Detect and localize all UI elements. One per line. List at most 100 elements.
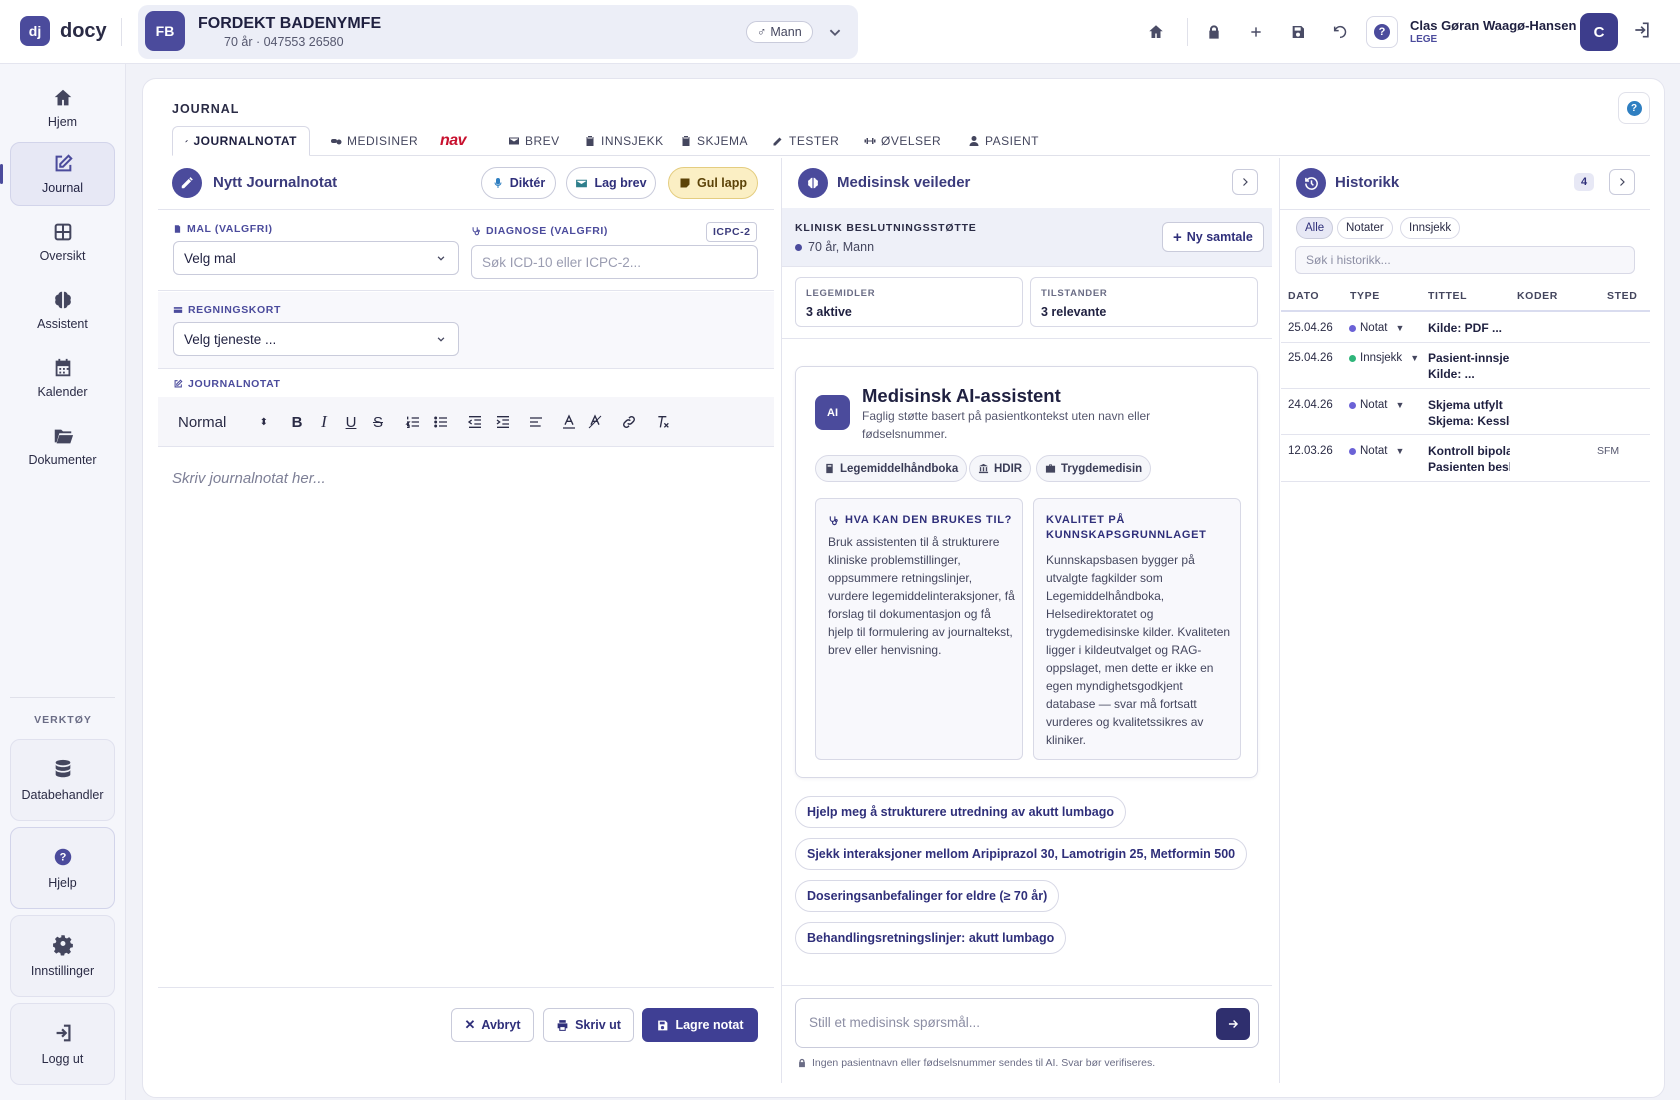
template-select[interactable]: Velg mal: [173, 241, 459, 275]
collapse-advisor-button[interactable]: [1232, 169, 1258, 195]
print-button[interactable]: Skriv ut: [543, 1008, 634, 1042]
conditions-stat[interactable]: TILSTANDER 3 relevante: [1030, 277, 1258, 327]
tab-ovelser[interactable]: ØVELSER: [852, 126, 953, 156]
outdent-button[interactable]: [464, 411, 486, 433]
sidebar-item-innstillinger[interactable]: Innstillinger: [10, 915, 115, 997]
tool-label: Databehandler: [21, 788, 104, 802]
strikethrough-button[interactable]: S: [367, 411, 389, 433]
italic-button[interactable]: I: [313, 411, 335, 433]
suggestion-chip[interactable]: Sjekk interaksjoner mellom Aripiprazol 3…: [795, 838, 1248, 870]
tab-pasient[interactable]: PASIENT: [956, 126, 1051, 156]
table-row[interactable]: 25.04.26 Innsjekk ▼ Pasient-innsjekk Kil…: [1281, 343, 1650, 389]
sidebar-item-oversikt[interactable]: Oversikt: [10, 210, 115, 274]
logout-icon[interactable]: [1632, 20, 1656, 44]
tools-title: VERKTØY: [34, 714, 92, 726]
create-letter-button[interactable]: Lag brev: [566, 167, 656, 199]
new-chat-button[interactable]: + Ny samtale: [1162, 222, 1264, 252]
source-label: Trygdemedisin: [1061, 462, 1143, 475]
tab-medisiner[interactable]: MEDISINER: [318, 126, 430, 156]
caret-down-icon[interactable]: ▼: [1396, 323, 1405, 333]
sidebar-item-logg-ut[interactable]: Logg ut: [10, 1003, 115, 1085]
caret-down-icon[interactable]: ▼: [1396, 446, 1405, 456]
cancel-button[interactable]: ✕ Avbryt: [451, 1008, 534, 1042]
dictate-button[interactable]: Diktér: [481, 167, 556, 199]
history-search-input[interactable]: Søk i historikk...: [1295, 246, 1635, 274]
table-row[interactable]: 25.04.26 Notat ▼ Kilde: PDF ...: [1281, 312, 1650, 343]
sidebar-item-journal[interactable]: Journal: [10, 142, 115, 206]
sidebar-item-label: Dokumenter: [28, 453, 97, 467]
sidebar-item-hjelp[interactable]: ? Hjelp: [10, 827, 115, 909]
user-avatar[interactable]: C: [1580, 13, 1618, 51]
row-type: Notat ▼: [1349, 445, 1404, 457]
save-icon[interactable]: [1286, 20, 1310, 44]
column-header-codes[interactable]: KODER: [1517, 290, 1558, 302]
help-button[interactable]: ?: [1366, 16, 1398, 48]
tab-tester[interactable]: TESTER: [760, 126, 851, 156]
sidebar-item-dokumenter[interactable]: Dokumenter: [10, 414, 115, 478]
sidebar-item-kalender[interactable]: Kalender: [10, 346, 115, 410]
user-icon: [969, 136, 979, 146]
privacy-text: Ingen pasientnavn eller fødselsnummer se…: [812, 1057, 1156, 1069]
suggestion-chip[interactable]: Doseringsanbefalinger for eldre (≥ 70 år…: [795, 880, 1060, 912]
text-color-button[interactable]: [558, 411, 580, 433]
home-icon[interactable]: [1144, 20, 1168, 44]
plus-icon[interactable]: [1244, 20, 1268, 44]
type-label: Notat: [1360, 399, 1388, 411]
chevron-down-icon[interactable]: [824, 21, 846, 43]
patient-card[interactable]: FB FORDEKT BADENYMFE 70 år · 047553 2658…: [138, 5, 858, 59]
table-row[interactable]: 12.03.26 Notat ▼ Kontroll bipolar Pasien…: [1281, 435, 1650, 482]
type-dot: [1349, 401, 1356, 409]
tab-nav[interactable]: nav: [428, 126, 478, 156]
table-row[interactable]: 24.04.26 Notat ▼ Skjema utfylt Skjema: K…: [1281, 389, 1650, 435]
bold-button[interactable]: B: [286, 411, 308, 433]
briefcase-icon: [1045, 464, 1056, 473]
highlight-button[interactable]: [584, 411, 606, 433]
question-input[interactable]: Still et medisinsk spørsmål...: [795, 998, 1259, 1048]
suggestion-chip[interactable]: Hjelp meg å strukturere utredning av aku…: [795, 796, 1127, 828]
caret-down-icon[interactable]: ▼: [1396, 400, 1405, 410]
top-bar: dj docy FB FORDEKT BADENYMFE 70 år · 047…: [0, 0, 1680, 64]
column-header-type[interactable]: TYPE: [1350, 290, 1380, 302]
tab-skjema[interactable]: SKJEMA: [668, 126, 760, 156]
sidebar-item-hjem[interactable]: Hjem: [10, 76, 115, 140]
billing-select[interactable]: Velg tjeneste ...: [173, 322, 459, 356]
send-button[interactable]: [1216, 1008, 1250, 1040]
filter-checkins[interactable]: Innsjekk: [1400, 217, 1461, 239]
caret-down-icon[interactable]: ▼: [1410, 353, 1419, 363]
column-header-title[interactable]: TITTEL: [1428, 290, 1467, 302]
context-text: 70 år, Mann: [808, 240, 875, 254]
undo-icon[interactable]: [1328, 20, 1352, 44]
indent-button[interactable]: [492, 411, 514, 433]
lock-icon[interactable]: [1202, 20, 1226, 44]
tab-innsjekk[interactable]: INNSJEKK: [572, 126, 676, 156]
underline-button[interactable]: U: [340, 411, 362, 433]
ordered-list-button[interactable]: [402, 411, 424, 433]
row-title: Skjema utfylt Skjema: Kessler: [1428, 397, 1510, 429]
tab-journalnotat[interactable]: JOURNALNOTAT: [172, 126, 310, 156]
app-logo[interactable]: dj docy: [20, 16, 107, 46]
column-header-date[interactable]: DATO: [1288, 290, 1319, 302]
bullet-list-button[interactable]: [430, 411, 452, 433]
tab-brev[interactable]: BREV: [496, 126, 572, 156]
icpc-badge[interactable]: ICPC-2: [706, 222, 758, 242]
align-left-button[interactable]: [525, 411, 547, 433]
filter-notes[interactable]: Notater: [1337, 217, 1393, 239]
note-editor[interactable]: Skriv journalnotat her...: [172, 470, 326, 487]
sidebar-item-databehandler[interactable]: Databehandler: [10, 739, 115, 821]
medications-stat[interactable]: LEGEMIDLER 3 aktive: [795, 277, 1023, 327]
quality-info-box: KVALITET PÅ KUNNSKAPSGRUNNLAGET Kunnskap…: [1033, 498, 1241, 760]
label-text: REGNINGSKORT: [188, 304, 281, 316]
column-header-place[interactable]: STED: [1607, 290, 1637, 302]
filter-all[interactable]: Alle: [1296, 217, 1334, 239]
link-button[interactable]: [618, 411, 640, 433]
format-select[interactable]: Normal ⬍: [178, 411, 268, 433]
diagnosis-search-input[interactable]: Søk ICD-10 eller ICPC-2...: [471, 245, 758, 279]
suggestion-chip[interactable]: Behandlingsretningslinjer: akutt lumbago: [795, 922, 1067, 954]
save-note-button[interactable]: Lagre notat: [642, 1008, 758, 1042]
clear-format-button[interactable]: [652, 411, 674, 433]
title-line: Pasienten beskriver: [1428, 460, 1510, 474]
sticky-note-button[interactable]: Gul lapp: [668, 167, 758, 199]
collapse-history-button[interactable]: [1609, 169, 1635, 195]
help-button[interactable]: ?: [1618, 92, 1650, 124]
sidebar-item-assistent[interactable]: Assistent: [10, 278, 115, 342]
